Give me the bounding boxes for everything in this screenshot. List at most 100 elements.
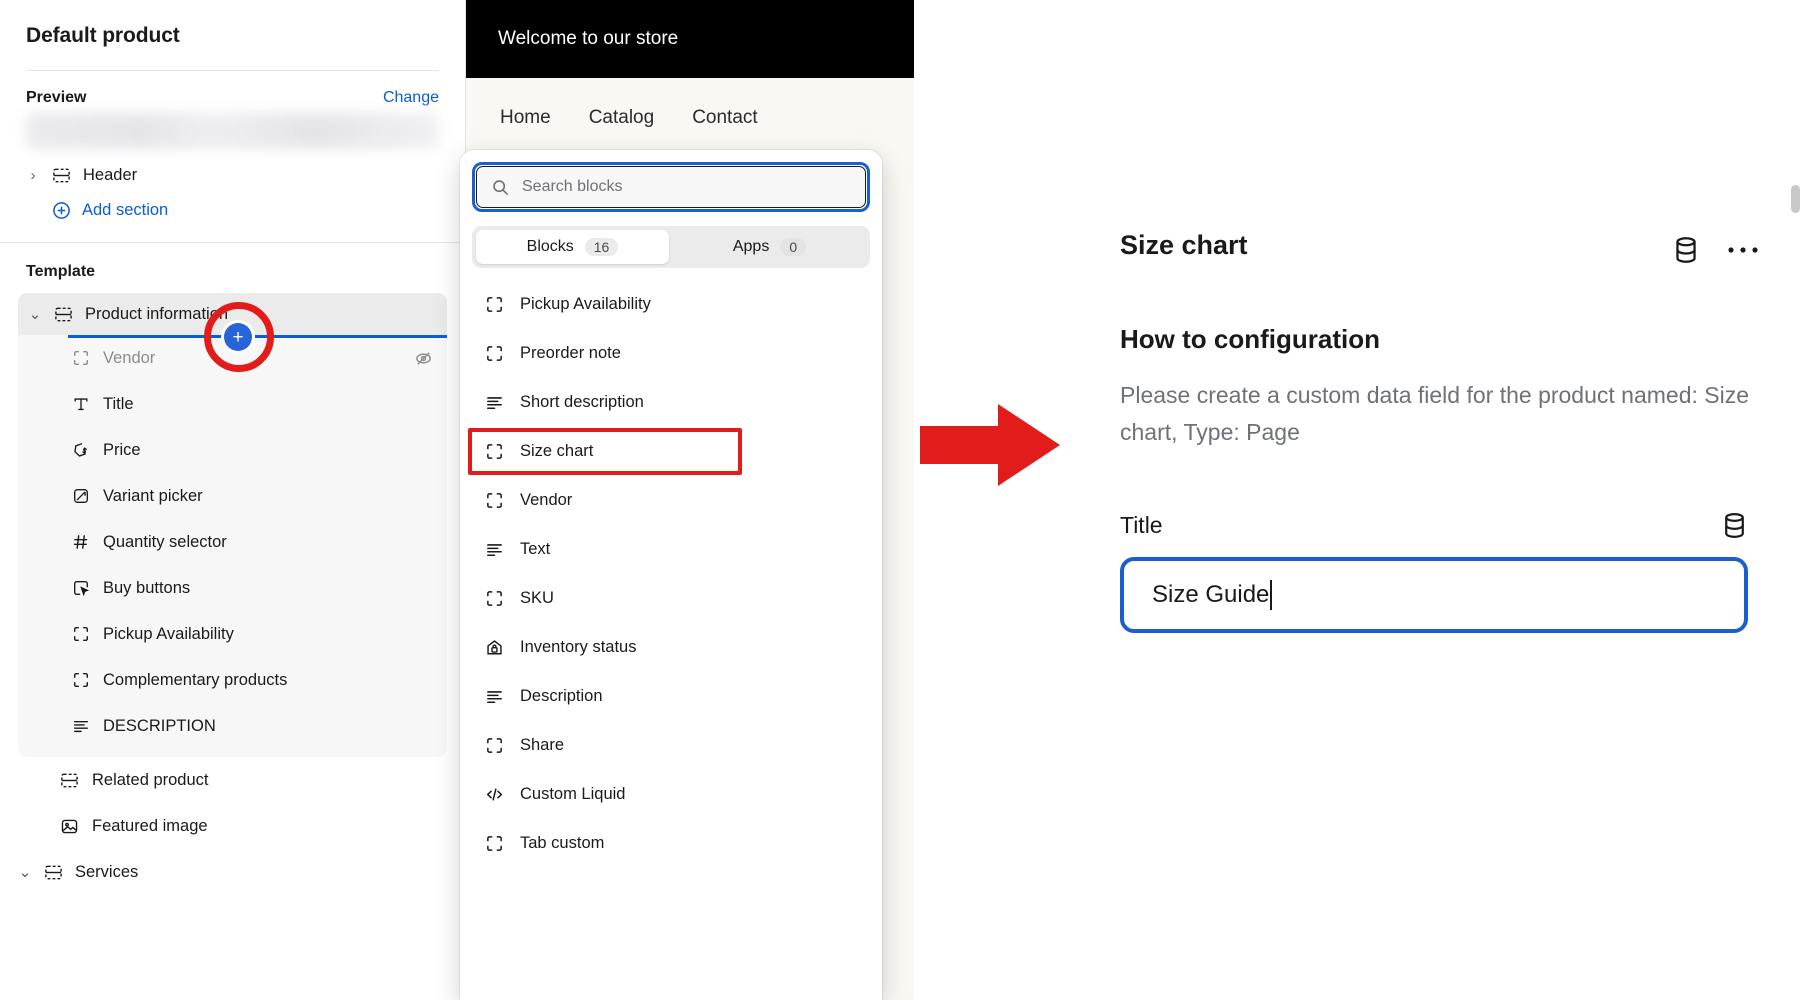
block-item-label: Vendor (520, 491, 573, 509)
sidebar-item-related-product[interactable]: Related product (0, 757, 465, 803)
block-icon (485, 442, 504, 461)
how-to-configuration-heading: How to configuration (1120, 324, 1380, 354)
sidebar-item-label: Services (75, 862, 139, 881)
screenshot-root: Default product Preview Change › Header (0, 0, 1800, 1000)
sidebar-item-label: Variant picker (103, 486, 203, 505)
nav-link-catalog[interactable]: Catalog (589, 107, 655, 129)
block-item-preorder-note[interactable]: Preorder note (460, 329, 882, 378)
search-focus-ring: Search blocks (472, 162, 870, 212)
block-item-vendor[interactable]: Vendor (460, 476, 882, 525)
sidebar-item-quantity-selector[interactable]: Quantity selector (18, 519, 447, 565)
sidebar-item-label: DESCRIPTION (103, 716, 216, 735)
block-item-label: Preorder note (520, 344, 621, 362)
sidebar-item-label: Pickup Availability (103, 624, 234, 643)
search-icon (491, 178, 510, 197)
search-input[interactable]: Search blocks (522, 178, 623, 196)
store-nav: Home Catalog Contact (466, 78, 914, 158)
block-list: Pickup Availability Preorder note Short … (460, 280, 882, 868)
plus-circle-icon (52, 201, 71, 220)
sidebar-item-pickup-availability[interactable]: Pickup Availability (18, 611, 447, 657)
preview-label: Preview (26, 89, 87, 106)
template-heading: Template (26, 263, 96, 280)
block-icon (485, 736, 504, 755)
block-item-inventory-status[interactable]: Inventory status (460, 623, 882, 672)
sidebar-item-services[interactable]: ⌄ Services (0, 849, 465, 895)
block-item-size-chart[interactable]: Size chart (460, 427, 882, 476)
block-item-label: Inventory status (520, 638, 637, 656)
title-field-label-row: Title (1090, 452, 1800, 541)
tab-blocks[interactable]: Blocks 16 (476, 230, 669, 264)
sidebar-item-complementary-products[interactable]: Complementary products (18, 657, 447, 703)
tab-apps-count: 0 (780, 238, 807, 256)
block-item-label: Text (520, 540, 551, 558)
block-icon (485, 295, 504, 314)
block-item-label: Size chart (520, 442, 594, 460)
add-section-button[interactable]: Add section (0, 187, 465, 220)
text-lines-icon (72, 717, 90, 735)
sidebar-item-description[interactable]: DESCRIPTION (18, 703, 447, 749)
picker-tabs: Blocks 16 Apps 0 (472, 226, 870, 268)
block-item-custom-liquid[interactable]: Custom Liquid (460, 770, 882, 819)
title-input[interactable]: Size Guide (1120, 556, 1748, 633)
sidebar-item-price[interactable]: Price (18, 427, 447, 473)
configuration-help-text: Please create a custom data field for th… (1120, 382, 1750, 446)
sidebar-item-featured-image[interactable]: Featured image (0, 803, 465, 849)
tab-apps-label: Apps (732, 238, 770, 255)
block-item-sku[interactable]: SKU (460, 574, 882, 623)
title-input-value: Size Guide (1152, 580, 1270, 608)
nav-link-home[interactable]: Home (500, 107, 551, 129)
block-item-label: SKU (520, 589, 554, 607)
nav-link-contact[interactable]: Contact (692, 107, 757, 129)
change-preview-link[interactable]: Change (383, 89, 439, 107)
text-lines-icon (485, 393, 504, 412)
sidebar-item-title[interactable]: Title (18, 381, 447, 427)
database-icon[interactable] (1719, 510, 1750, 541)
search-blocks-field[interactable]: Search blocks (476, 166, 866, 208)
section-icon (60, 771, 79, 790)
section-icon (54, 305, 73, 324)
block-item-tab-custom[interactable]: Tab custom (460, 819, 882, 868)
title-field-label: Title (1120, 511, 1163, 538)
store-announcement-bar: Welcome to our store (466, 0, 914, 78)
theme-editor-sidebar: Default product Preview Change › Header (0, 0, 466, 1000)
hash-icon (72, 533, 90, 551)
sidebar-item-label: Header (83, 165, 138, 184)
more-options-icon[interactable] (1726, 244, 1760, 256)
settings-title: Size chart (1120, 230, 1248, 260)
store-announcement-text: Welcome to our store (498, 28, 679, 49)
block-icon (72, 671, 90, 689)
tab-blocks-count: 16 (584, 238, 619, 256)
eye-off-icon[interactable] (414, 349, 433, 368)
database-icon[interactable] (1670, 234, 1702, 266)
add-section-label: Add section (82, 201, 169, 219)
text-lines-icon (485, 540, 504, 559)
sidebar-item-label: Title (103, 394, 134, 413)
sidebar-item-label: Vendor (103, 348, 156, 367)
block-icon (485, 344, 504, 363)
block-item-label: Description (520, 687, 603, 705)
scrollbar-thumb[interactable] (1791, 185, 1800, 213)
sidebar-item-buy-buttons[interactable]: Buy buttons (18, 565, 447, 611)
block-icon (72, 349, 90, 367)
tab-apps[interactable]: Apps 0 (673, 230, 866, 264)
sidebar-item-label: Complementary products (103, 670, 288, 689)
block-item-short-description[interactable]: Short description (460, 378, 882, 427)
section-icon (52, 166, 71, 185)
block-icon (485, 834, 504, 853)
sidebar-item-variant-picker[interactable]: Variant picker (18, 473, 447, 519)
insert-block-button[interactable]: + (224, 323, 252, 351)
block-item-text[interactable]: Text (460, 525, 882, 574)
sidebar-item-header[interactable]: › Header (0, 149, 465, 187)
page-title: Default product (26, 24, 180, 47)
block-item-label: Tab custom (520, 834, 605, 852)
sidebar-item-label: Related product (92, 770, 209, 789)
settings-header-actions (1670, 234, 1760, 266)
tab-blocks-label: Blocks (526, 238, 574, 255)
text-caret (1270, 579, 1273, 610)
sidebar-item-label: Buy buttons (103, 578, 191, 597)
block-item-description[interactable]: Description (460, 672, 882, 721)
block-item-share[interactable]: Share (460, 721, 882, 770)
block-item-pickup-availability[interactable]: Pickup Availability (460, 280, 882, 329)
code-icon (485, 785, 504, 804)
block-picker-popover: Search blocks Blocks 16 Apps 0 Pickup Av… (460, 150, 882, 1000)
